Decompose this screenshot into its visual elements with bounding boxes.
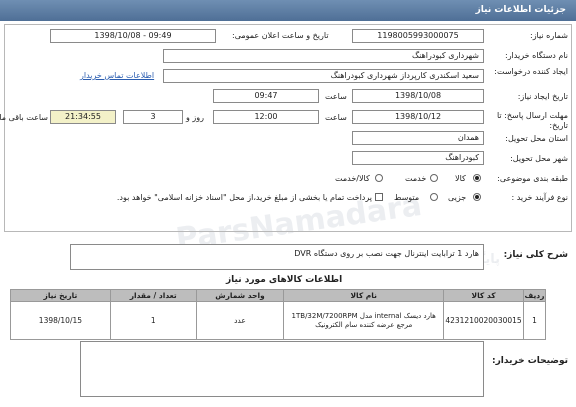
col-qty-header: تعداد / مقدار bbox=[109, 289, 197, 302]
need-number-label: شماره نیاز: bbox=[530, 31, 568, 40]
deadline-time-field: 12:00 bbox=[213, 110, 319, 124]
deadline-date-field: 1398/10/12 bbox=[352, 110, 484, 124]
page-title: جزئیات اطلاعات نیاز bbox=[475, 5, 566, 15]
category-label: طبقه بندی موضوعی: bbox=[497, 174, 568, 183]
province-label: استان محل تحویل: bbox=[505, 134, 568, 143]
city-field: کبودراهنگ bbox=[352, 151, 484, 165]
city-label: شهر محل تحویل: bbox=[510, 154, 568, 163]
col-code-header: کد کالا bbox=[443, 289, 525, 302]
items-section-title: اطلاعات کالاهای مورد نیاز bbox=[226, 275, 343, 285]
summary-field: هارد 1 ترابایت اینترنال جهت نصب بر روی د… bbox=[70, 244, 484, 270]
need-number-field: 1198005993000075 bbox=[352, 29, 484, 43]
deadline-label: مهلت ارسال پاسخ: تا تاریخ: bbox=[496, 111, 568, 130]
col-unit-header: واحد شمارش bbox=[195, 289, 285, 302]
create-time-label: ساعت bbox=[325, 92, 347, 101]
buyer-notes-label: توضیحات خریدار: bbox=[492, 356, 568, 366]
treasury-payment-note: پرداخت تمام یا بخشی از مبلغ خرید،از محل … bbox=[116, 193, 372, 202]
col-name-header: نام کالا bbox=[283, 289, 445, 302]
days-label: روز و bbox=[186, 113, 204, 122]
items-table: ردیف کد کالا نام کالا واحد شمارش تعداد /… bbox=[10, 289, 546, 340]
item-qty-cell: 1 bbox=[109, 301, 197, 340]
page-header: جزئیات اطلاعات نیاز bbox=[0, 0, 576, 21]
create-date-label: تاریخ ایجاد نیاز: bbox=[517, 92, 568, 101]
item-date-cell: 1398/10/15 bbox=[10, 301, 111, 340]
purchase-minor-radio[interactable] bbox=[473, 193, 481, 201]
item-name-cell: هارد دیسک internal مدل 1TB/32M/7200RPM م… bbox=[283, 301, 445, 340]
buyer-org-label: نام دستگاه خریدار: bbox=[505, 51, 568, 60]
remaining-time-field: 21:34:55 bbox=[50, 110, 116, 124]
row-number-cell: 1 bbox=[523, 301, 546, 340]
create-time-field: 09:47 bbox=[213, 89, 319, 103]
summary-label: شرح کلی نیاز: bbox=[503, 250, 568, 260]
item-code-cell: 4231210020030015 bbox=[443, 301, 525, 340]
buyer-org-field: شهرداری کبودراهنگ bbox=[163, 49, 484, 63]
category-both-label: کالا/خدمت bbox=[335, 174, 370, 183]
province-field: همدان bbox=[352, 131, 484, 145]
treasury-payment-checkbox[interactable] bbox=[375, 193, 383, 201]
creator-label: ایجاد کننده درخواست: bbox=[494, 67, 568, 76]
col-date-header: تاریخ نیاز bbox=[10, 289, 111, 302]
category-service-label: خدمت bbox=[405, 174, 427, 183]
announce-datetime-field: 1398/10/08 - 09:49 bbox=[50, 29, 216, 43]
buyer-notes-field bbox=[80, 341, 484, 397]
category-goods-radio[interactable] bbox=[473, 174, 481, 182]
purchase-type-label: نوع فرآیند خرید : bbox=[511, 193, 568, 202]
announce-datetime-label: تاریخ و ساعت اعلان عمومی: bbox=[232, 31, 329, 40]
category-goods-label: کالا bbox=[455, 174, 466, 183]
creator-field: سعید اسکندری کارپرداز شهرداری کبودراهنگ bbox=[163, 69, 484, 83]
days-left-field: 3 bbox=[123, 110, 183, 124]
deadline-time-label: ساعت bbox=[325, 113, 347, 122]
purchase-medium-radio[interactable] bbox=[430, 193, 438, 201]
purchase-medium-label: متوسط bbox=[394, 193, 420, 202]
col-row-header: ردیف bbox=[523, 289, 546, 302]
item-unit-cell: عدد bbox=[195, 301, 285, 340]
purchase-minor-label: جزیی bbox=[448, 193, 467, 202]
buyer-contact-link[interactable]: اطلاعات تماس خریدار bbox=[80, 71, 154, 80]
remaining-time-label: ساعت باقی مانده bbox=[0, 113, 48, 122]
create-date-field: 1398/10/08 bbox=[352, 89, 484, 103]
items-table-header: ردیف کد کالا نام کالا واحد شمارش تعداد /… bbox=[10, 289, 546, 302]
table-row[interactable]: 1 4231210020030015 هارد دیسک internal مد… bbox=[10, 301, 546, 340]
category-service-radio[interactable] bbox=[430, 174, 438, 182]
category-both-radio[interactable] bbox=[375, 174, 383, 182]
